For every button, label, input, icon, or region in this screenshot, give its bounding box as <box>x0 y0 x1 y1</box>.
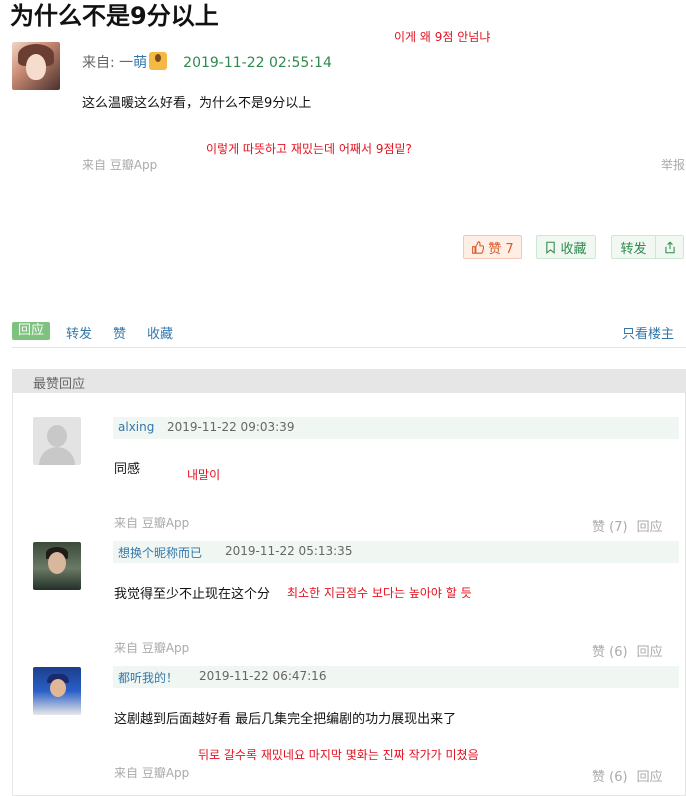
comment-avatar[interactable] <box>33 542 81 590</box>
like-button-label: 赞 7 <box>488 241 514 257</box>
comment-avatar[interactable] <box>33 417 81 465</box>
annotation-comment-3-translation: 뒤로 갈수록 재밌네요 마지막 몇화는 진짜 작가가 미쳤음 <box>198 748 479 762</box>
reply-tab-bar: 回应 转发 赞 收藏 只看楼主 <box>12 320 686 348</box>
comment-source: 来自 豆瓣App <box>114 641 190 655</box>
best-replies-header: 最赞回应 <box>13 369 686 393</box>
page-title: 为什么不是9分以上 <box>10 2 219 30</box>
tab-op-only[interactable]: 只看楼主 <box>622 323 674 342</box>
report-link[interactable]: 举报 <box>661 156 685 173</box>
best-replies-section: 最赞回应 alxing 2019-11-22 09:03:39 同感 내말이 来… <box>12 369 686 796</box>
comment-text: 同感 <box>114 462 141 477</box>
comment-user-link[interactable]: alxing <box>118 420 154 434</box>
comment-header: 想换个昵称而已 2019-11-22 05:13:35 <box>113 541 679 563</box>
comment-header: 都听我的！ 2019-11-22 06:47:16 <box>113 666 679 688</box>
bookmark-icon <box>546 241 556 254</box>
thumbs-up-icon <box>472 240 485 254</box>
best-replies-title: 最赞回应 <box>33 377 86 392</box>
tab-reply[interactable]: 回应 <box>12 322 51 340</box>
tab-collect[interactable]: 收藏 <box>147 323 173 342</box>
annotation-title-translation: 이게 왜 9점 안넘냐 <box>394 30 491 44</box>
annotation-comment-2-translation: 최소한 지금점수 보다는 높아야 할 듯 <box>287 586 472 600</box>
annotation-body-translation: 이렇게 따뜻하고 재밌는데 어째서 9점밑? <box>206 142 412 156</box>
comment-reply-link[interactable]: 回应 <box>637 520 663 535</box>
post-body: 这么温暖这么好看，为什么不是9分以上 <box>82 96 312 111</box>
comment-actions: 赞 (7) 回应 <box>592 516 663 535</box>
comment-reply-link[interactable]: 回应 <box>637 770 663 785</box>
comment-like-link[interactable]: 赞 (6) <box>592 770 628 785</box>
comment-text: 我觉得至少不止现在这个分 <box>114 587 271 602</box>
annotation-comment-1-translation: 내말이 <box>187 468 221 482</box>
comment-text: 这剧越到后面越好看 最后几集完全把编剧的功力展现出来了 <box>114 712 457 727</box>
comment-reply-link[interactable]: 回应 <box>637 645 663 660</box>
comment-time: 2019-11-22 05:13:35 <box>225 544 353 558</box>
from-label: 来自: <box>82 55 115 71</box>
comment-source: 来自 豆瓣App <box>114 766 190 780</box>
comment-time: 2019-11-22 09:03:39 <box>167 420 295 434</box>
repost-button-label: 转发 <box>620 241 647 257</box>
comment-like-link[interactable]: 赞 (6) <box>592 645 628 660</box>
comment-source: 来自 豆瓣App <box>114 516 190 530</box>
post-date: 2019-11-22 02:55:14 <box>183 55 332 71</box>
comment-actions: 赞 (6) 回应 <box>592 641 663 660</box>
collect-button[interactable]: 收藏 <box>536 235 596 259</box>
comment-time: 2019-11-22 06:47:16 <box>199 669 327 683</box>
post-source: 来自 豆瓣App <box>82 158 158 172</box>
comment-actions: 赞 (6) 回应 <box>592 766 663 785</box>
repost-button[interactable]: 转发 <box>611 235 655 259</box>
share-button[interactable] <box>655 235 684 259</box>
share-icon <box>664 240 675 253</box>
tab-like[interactable]: 赞 <box>113 323 126 342</box>
comment-header: alxing 2019-11-22 09:03:39 <box>113 417 679 439</box>
comment-user-link[interactable]: 都听我的！ <box>118 669 178 686</box>
comment-like-link[interactable]: 赞 (7) <box>592 520 628 535</box>
post-meta: 来自: 一萌 2019-11-22 02:55:14 <box>82 52 332 72</box>
person-raising-hand-emoji-icon <box>149 52 168 70</box>
like-button[interactable]: 赞 7 <box>463 235 522 259</box>
author-avatar[interactable] <box>12 42 60 90</box>
collect-button-label: 收藏 <box>560 241 587 257</box>
comment-avatar[interactable] <box>33 667 81 715</box>
author-name-link[interactable]: 一萌 <box>119 55 147 71</box>
comment-user-link[interactable]: 想换个昵称而已 <box>118 544 202 561</box>
tab-repost[interactable]: 转发 <box>66 323 92 342</box>
